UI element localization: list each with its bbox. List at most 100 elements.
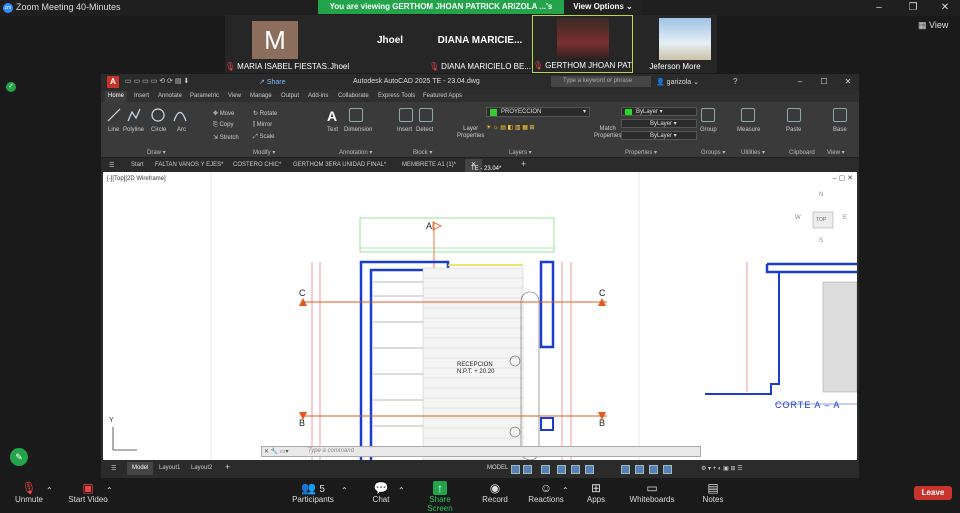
acad-maximize-icon[interactable]: ☐ [817,75,831,89]
group-icon[interactable] [701,108,715,122]
chat-chevron-icon[interactable]: ⌃ [398,486,405,495]
participant-tile[interactable]: Jhoel [352,15,428,73]
stretch-button[interactable]: ⇲ Stretch [213,134,239,141]
detect-button[interactable]: Detect [416,127,433,133]
tab-addins[interactable]: Add-ins [308,93,328,99]
share-screen-button[interactable]: ↑ Share Screen [416,481,464,513]
layout-tab-1[interactable]: Layout1 [159,465,180,471]
polyline-button[interactable]: Polyline [123,127,144,133]
osnap-icon[interactable] [571,465,580,474]
quick-access-icons[interactable]: ▭ ▭ ▭ ▭ ⟲ ⟳ ▤ ⬇ [125,77,189,85]
apps-button[interactable]: ⊞ Apps [584,481,608,504]
doc-tab[interactable]: COSTERO CHIC* [233,162,281,168]
tab-output[interactable]: Output [281,93,299,99]
measure-button[interactable]: Measure [737,127,760,133]
copy-button[interactable]: ⎘ Copy [213,122,233,129]
lineweight-dropdown[interactable]: ByLayer ▾ [621,131,697,140]
layout-tab-model[interactable]: Model [127,462,154,475]
viewcube-top[interactable]: TOP [816,217,826,223]
layer-dropdown[interactable]: PROYECCION ▾ [486,107,590,117]
autocad-logo-icon[interactable]: A [107,76,119,88]
leave-button[interactable]: Leave [914,486,952,500]
tab-express-tools[interactable]: Express Tools [378,93,415,99]
participants-chevron-icon[interactable]: ⌃ [341,486,348,495]
notes-button[interactable]: ▤ Notes [700,481,726,504]
view-button[interactable]: ▦ View [918,20,948,31]
layer-tools-icons[interactable]: ☀ ☼ ▤ ◧ ▥ ▦ ⊞ [486,124,535,131]
panel-block[interactable]: Block ▾ [413,149,432,156]
line-button[interactable]: Line [108,127,119,133]
participant-tile-active[interactable]: 🎙GERTHOM JHOAN PATRIC... [532,15,633,73]
maximize-icon[interactable]: ❐ [906,1,920,15]
panel-draw[interactable]: Draw ▾ [147,149,166,156]
insert-icon[interactable] [399,108,413,122]
ortho-icon[interactable] [541,465,550,474]
unmute-button[interactable]: 🎙 Unmute [14,481,44,504]
participant-tile[interactable]: Jeferson More [633,15,717,73]
share-button[interactable]: ↗ Share [259,78,286,86]
arc-icon[interactable] [173,108,187,122]
acad-minimize-icon[interactable]: – [793,75,807,89]
insert-button[interactable]: Insert [397,127,412,133]
doc-tab[interactable]: GERTHOM 3ERA UNIDAD FINAL* [293,162,386,168]
tab-collaborate[interactable]: Collaborate [338,93,369,99]
tab-parametric[interactable]: Parametric [190,93,219,99]
match-properties-button[interactable]: Match Properties [594,126,621,140]
tab-featured-apps[interactable]: Featured Apps [423,93,462,99]
layout-menu-icon[interactable]: ☰ [111,465,116,472]
arc-button[interactable]: Arc [177,127,186,133]
text-button[interactable]: Text [327,127,338,133]
chat-button[interactable]: 💬 Chat [370,481,392,504]
menu-icon[interactable]: ☰ [109,162,114,169]
compass-s[interactable]: S [819,238,823,244]
participant-tile[interactable]: M 🎙 MARIA ISABEL FIESTAS... [225,15,330,73]
panel-groups[interactable]: Groups ▾ [701,149,725,156]
scale-button[interactable]: ⤢ Scale [253,134,274,141]
rotate-button[interactable]: ↻ Rotate [253,110,277,117]
drawing-canvas[interactable]: [-][Top][2D Wireframe] – ▢ ✕ A C C B B R… [103,172,857,460]
add-layout-button[interactable]: + [225,462,230,472]
new-tab-button[interactable]: + [521,159,526,169]
participants-button[interactable]: 👥 5 Participants [290,481,336,504]
panel-properties[interactable]: Properties ▾ [625,149,657,156]
record-button[interactable]: ◉ Record [480,481,510,504]
status-tools-icons[interactable]: ⚙ ▾ + ◐ ▣ ⊞ ☰ [701,465,743,472]
video-options-chevron-icon[interactable]: ⌃ [106,486,113,495]
line-icon[interactable] [107,108,121,122]
doc-tab-start[interactable]: Start [131,162,144,168]
measure-icon[interactable] [741,108,755,122]
annotation-monitor-icon[interactable] [663,465,672,474]
text-icon[interactable]: A [325,108,339,124]
selection-cycling-icon[interactable] [649,465,658,474]
close-icon[interactable]: ✕ [938,1,952,15]
panel-annotation[interactable]: Annotation ▾ [339,149,372,156]
color-dropdown[interactable]: ByLayer ▾ [621,107,697,116]
compass-w[interactable]: W [795,215,801,221]
participant-tile[interactable]: Jhoel [330,15,352,73]
reactions-button[interactable]: ☺ Reactions [528,481,564,504]
tab-insert[interactable]: Insert [134,93,149,99]
otrack-icon[interactable] [585,465,594,474]
base-icon[interactable] [833,108,847,122]
doc-tab-active[interactable]: TE - 23.04* ✕ [465,159,501,172]
panel-clipboard[interactable]: Clipboard [789,150,815,156]
move-button[interactable]: ✥ Move [213,110,234,117]
circle-button[interactable]: Circle [151,127,166,133]
user-account[interactable]: 👤 garizola ⌄ [656,78,699,86]
snap-icon[interactable] [523,465,532,474]
command-input[interactable]: Type a command [308,448,354,454]
paste-icon[interactable] [787,108,801,122]
mirror-button[interactable]: ⫿ Mirror [253,122,272,129]
acad-close-icon[interactable]: ✕ [841,75,855,89]
annotate-pen-icon[interactable]: ✎ [10,448,28,466]
layer-properties-button[interactable]: Layer Properties [457,126,484,140]
base-button[interactable]: Base [833,127,847,133]
polar-icon[interactable] [557,465,566,474]
minimize-icon[interactable]: – [872,1,886,15]
lineweight-icon[interactable] [621,465,630,474]
start-video-button[interactable]: ▣ Start Video [66,481,110,504]
panel-layers[interactable]: Layers ▾ [509,149,532,156]
tab-home[interactable]: Home [105,91,128,102]
command-line[interactable]: ✕ 🔧 ▭▾ Type a command [261,446,701,457]
group-button[interactable]: Group [700,127,717,133]
